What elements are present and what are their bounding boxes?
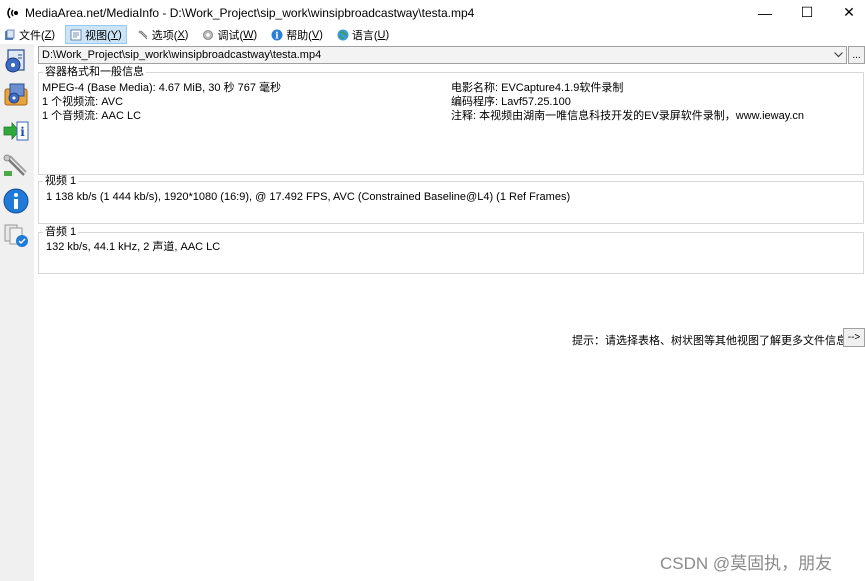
general-format-line: MPEG-4 (Base Media): 4.67 MiB, 30 秒 767 …	[42, 82, 282, 94]
audio-stream-title: 音频 1	[43, 226, 79, 238]
menu-file-key: Z	[44, 28, 52, 41]
debug-menu-icon	[202, 29, 214, 41]
menu-file-label: 文件(	[19, 29, 45, 42]
menu-view-label: 视图(	[85, 29, 111, 42]
video-stream-group: 视频 1 1 138 kb/s (1 444 kb/s), 1920*1080 …	[38, 175, 864, 224]
menu-debug[interactable]: 调试(W)	[198, 26, 261, 43]
help-menu-icon: i	[271, 29, 283, 41]
menu-help-label: 帮助(	[286, 29, 312, 42]
menu-debug-key: W	[243, 28, 254, 41]
settings-icon[interactable]	[2, 152, 30, 182]
menu-debug-label: 调试(	[217, 29, 244, 42]
menu-language-key: U	[377, 28, 386, 41]
menu-file-tail: )	[51, 28, 56, 41]
view-hint-text: 提示：请选择表格、树状图等其他视图了解更多文件信息	[572, 335, 847, 347]
about-icon[interactable]	[2, 186, 30, 216]
minimize-button[interactable]: —	[742, 0, 788, 25]
menu-help-key: V	[311, 28, 320, 41]
file-path-combo[interactable]: D:\Work_Project\sip_work\winsipbroadcast…	[38, 46, 847, 64]
browse-button[interactable]: ...	[848, 46, 865, 64]
export-icon[interactable]: i	[2, 116, 30, 146]
menu-language[interactable]: 语言(U)	[333, 26, 393, 43]
menu-file[interactable]: 文件(Z)	[0, 26, 59, 43]
menu-debug-tail: )	[253, 28, 258, 41]
menu-options-key: X	[177, 28, 185, 41]
menu-view-tail: )	[118, 28, 122, 41]
video-stream-details: 1 138 kb/s (1 444 kb/s), 1920*1080 (16:9…	[46, 191, 571, 203]
general-encoder-line: 编码程序: Lavf57.25.100	[451, 96, 571, 108]
chevron-down-icon[interactable]	[830, 47, 846, 63]
open-file-icon[interactable]	[2, 46, 30, 76]
menu-help-tail: )	[319, 28, 323, 41]
menu-options-label: 选项(	[151, 29, 178, 42]
audio-stream-details: 132 kb/s, 44.1 kHz, 2 声道, AAC LC	[46, 241, 221, 253]
title-bar: MediaArea.net/MediaInfo - D:\Work_Projec…	[0, 0, 865, 25]
menu-options[interactable]: 选项(X)	[133, 26, 193, 43]
watermark: CSDN @莫固执，朋友	[660, 554, 833, 573]
svg-text:i: i	[20, 125, 25, 139]
file-menu-icon	[4, 29, 16, 41]
file-path-value: D:\Work_Project\sip_work\winsipbroadcast…	[42, 49, 322, 61]
open-folder-icon[interactable]	[2, 80, 30, 110]
video-stream-title: 视频 1	[43, 175, 79, 187]
menu-view[interactable]: 视图(Y)	[65, 25, 127, 44]
menu-language-label: 语言(	[351, 29, 378, 42]
close-button[interactable]: ✕	[826, 0, 865, 25]
general-video-count-line: 1 个视频流: AVC	[42, 96, 124, 108]
menu-help[interactable]: i 帮助(V)	[267, 26, 327, 43]
svg-text:i: i	[275, 31, 279, 41]
general-info-group: 容器格式和一般信息 MPEG-4 (Base Media): 4.67 MiB,…	[38, 66, 864, 175]
check-update-icon[interactable]	[2, 220, 30, 250]
menu-bar: 文件(Z) 视图(Y) 选项(X) 调试(W) i 帮助(V) 语言(…	[0, 25, 865, 44]
menu-view-key: Y	[110, 28, 119, 41]
mediainfo-window: MediaArea.net/MediaInfo - D:\Work_Projec…	[0, 0, 865, 581]
language-menu-icon	[337, 29, 349, 41]
view-menu-icon	[70, 29, 82, 41]
menu-language-tail: )	[385, 28, 390, 41]
options-menu-icon	[137, 29, 149, 41]
window-title: MediaArea.net/MediaInfo - D:\Work_Projec…	[25, 5, 475, 20]
hint-arrow-button[interactable]: -->	[843, 328, 865, 347]
menu-options-tail: )	[184, 28, 189, 41]
mediainfo-app-icon	[5, 5, 21, 21]
audio-stream-group: 音频 1 132 kb/s, 44.1 kHz, 2 声道, AAC LC	[38, 226, 864, 274]
general-info-title: 容器格式和一般信息	[43, 66, 146, 78]
left-toolbar: i	[0, 44, 34, 581]
general-movie-name-line: 电影名称: EVCapture4.1.9软件录制	[451, 82, 624, 94]
maximize-button[interactable]: ☐	[784, 0, 830, 25]
general-comment-line: 注释: 本视频由湖南一唯信息科技开发的EV录屏软件录制，www.ieway.cn	[451, 110, 805, 122]
general-audio-count-line: 1 个音频流: AAC LC	[42, 110, 142, 122]
